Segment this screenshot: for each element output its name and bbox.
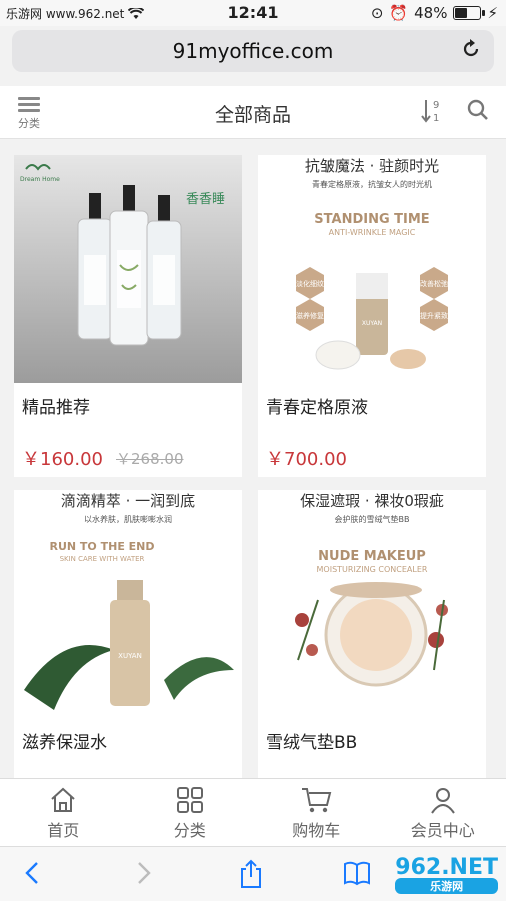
bottom-tab-bar: 首页 分类 购物车 会员中心 — [0, 778, 506, 847]
product-name[interactable]: 雪绒气垫BB — [266, 728, 357, 753]
brand-logo-text: Dream Home — [20, 176, 60, 183]
banner-english-sub: SKIN CARE WITH WATER — [60, 555, 145, 563]
badge: 淡化细纹 — [296, 279, 324, 288]
product-card[interactable]: Dream Home 香香睡 精品推荐 ￥160.00 ￥268.00 — [14, 155, 242, 477]
product-name[interactable]: 滋养保湿水 — [22, 728, 107, 753]
page-header: 分类 全部商品 91 — [0, 86, 506, 139]
address-bar[interactable]: 91myoffice.com — [12, 30, 494, 72]
share-icon[interactable] — [238, 859, 264, 893]
product-image[interactable]: 抗皱魔法 · 驻颜时光 青春定格原液，抗皱女人的时光机 STANDING TIM… — [258, 155, 486, 383]
banner-english-sub: MOISTURIZING CONCEALER — [317, 565, 428, 574]
badge: 改善松弛 — [420, 279, 448, 288]
banner-english-sub: ANTI-WRINKLE MAGIC — [329, 228, 416, 237]
charging-icon: ⚡ — [487, 4, 498, 22]
product-price: ￥160.00 — [22, 445, 103, 471]
status-bar: 乐游网 www.962.net 12:41 ⊙ ⏰ 48% ⚡ — [0, 0, 506, 26]
forward-icon[interactable] — [134, 859, 154, 891]
cart-icon — [300, 785, 332, 815]
banner-english-title: NUDE MAKEUP — [318, 549, 426, 564]
svg-text:9: 9 — [433, 100, 439, 111]
product-card[interactable]: 保湿遮瑕 · 裸妆0瑕疵 会护肤的雪绒气垫BB NUDE MAKEUP MOIS… — [258, 490, 486, 780]
product-image[interactable]: 滴滴精萃 · 一润到底 以水养肤，肌肤嘭嘭水润 RUN TO THE END S… — [14, 490, 242, 718]
watermark-subtext: 乐游网 — [395, 878, 498, 894]
browser-toolbar: 962.NET 乐游网 — [0, 846, 506, 901]
tab-label: 购物车 — [292, 821, 340, 840]
product-price: ￥700.00 — [266, 445, 347, 471]
banner-headline: 保湿遮瑕 · 裸妆0瑕疵 — [300, 492, 444, 510]
sort-icon[interactable]: 91 — [420, 98, 444, 129]
banner-english-title: STANDING TIME — [314, 212, 429, 227]
banner-subtitle: 以水养肤，肌肤嘭嘭水润 — [84, 514, 172, 524]
tab-home[interactable]: 首页 — [0, 779, 127, 847]
badge: 滋养修复 — [296, 311, 324, 320]
tab-label: 首页 — [47, 821, 79, 840]
badge: 提升紧致 — [420, 311, 448, 320]
bottle-brand: XUYAN — [362, 320, 382, 327]
site-watermark: 962.NET 乐游网 — [395, 855, 498, 894]
banner-headline: 抗皱魔法 · 驻颜时光 — [305, 157, 439, 175]
tab-member[interactable]: 会员中心 — [380, 779, 506, 847]
product-name[interactable]: 精品推荐 — [22, 393, 90, 418]
product-image[interactable]: Dream Home 香香睡 — [14, 155, 242, 383]
tab-label: 分类 — [174, 821, 206, 840]
tab-category[interactable]: 分类 — [127, 779, 254, 847]
tab-cart[interactable]: 购物车 — [253, 779, 380, 847]
rotation-lock-icon: ⊙ — [371, 4, 384, 22]
battery-percent: 48% — [414, 4, 447, 22]
home-icon — [48, 785, 78, 815]
svg-text:1: 1 — [433, 113, 439, 124]
product-image[interactable]: 保湿遮瑕 · 裸妆0瑕疵 会护肤的雪绒气垫BB NUDE MAKEUP MOIS… — [258, 490, 486, 718]
banner-subtitle: 会护肤的雪绒气垫BB — [335, 514, 410, 524]
battery-icon — [453, 6, 481, 20]
banner-subtitle: 青春定格原液，抗皱女人的时光机 — [312, 179, 432, 189]
alarm-icon: ⏰ — [389, 4, 408, 22]
product-name[interactable]: 青春定格原液 — [266, 393, 368, 418]
bottle-brand: XUYAN — [118, 652, 142, 660]
banner-headline: 滴滴精萃 · 一润到底 — [61, 492, 195, 510]
grid-icon — [175, 785, 205, 815]
user-icon — [428, 785, 458, 815]
bookmarks-icon[interactable] — [342, 859, 372, 891]
brand-side-title: 香香睡 — [186, 192, 225, 207]
watermark-text: 962.NET — [395, 855, 498, 880]
banner-english-title: RUN TO THE END — [49, 540, 154, 553]
product-original-price: ￥268.00 — [116, 448, 184, 469]
reload-icon[interactable] — [460, 38, 482, 66]
tab-label: 会员中心 — [411, 821, 475, 840]
url-text[interactable]: 91myoffice.com — [12, 39, 494, 63]
product-card[interactable]: 滴滴精萃 · 一润到底 以水养肤，肌肤嘭嘭水润 RUN TO THE END S… — [14, 490, 242, 780]
back-icon[interactable] — [22, 859, 42, 891]
product-card[interactable]: 抗皱魔法 · 驻颜时光 青春定格原液，抗皱女人的时光机 STANDING TIM… — [258, 155, 486, 477]
search-icon[interactable] — [466, 98, 490, 126]
